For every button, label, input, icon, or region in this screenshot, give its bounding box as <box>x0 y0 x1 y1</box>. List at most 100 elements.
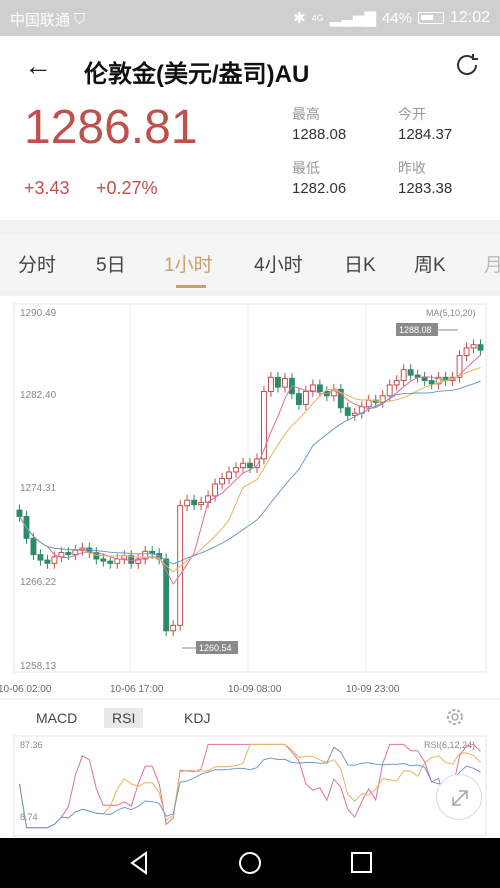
x-label-2: 10-06 17:00 <box>110 684 164 695</box>
candle-body <box>107 560 114 564</box>
candle-body <box>72 549 79 556</box>
tab-macd[interactable]: MACD <box>28 708 85 728</box>
recent-square-icon[interactable] <box>351 852 372 873</box>
carrier-label: 中国联通 <box>10 12 71 29</box>
max-price-label: 1288.08 <box>399 325 432 335</box>
candle-body <box>274 376 281 388</box>
candle-body <box>51 556 58 564</box>
max-price-marker: 1288.08 <box>396 323 458 336</box>
clock: 12:02 <box>449 9 490 26</box>
high-label: 最高 <box>292 106 320 122</box>
tab-monthly-k[interactable]: 月 <box>484 250 500 277</box>
tab-kdj[interactable]: KDJ <box>176 708 218 728</box>
candle-body <box>219 477 226 485</box>
candle-body <box>463 347 470 357</box>
y-tick-5: 1258.13 <box>20 661 57 672</box>
ma-legend: MA(5,10,20) <box>426 308 476 318</box>
candle-body <box>37 554 44 561</box>
candle-body <box>177 505 184 626</box>
candle-body <box>344 407 351 416</box>
rsi-panel[interactable]: 87.36 8.74 RSI(6,12,24) <box>0 734 500 838</box>
page-title: 伦敦金(美元/盎司)AU <box>84 61 310 88</box>
settings-gear-icon[interactable] <box>444 706 466 728</box>
rsi-chart[interactable]: 87.36 8.74 RSI(6,12,24) <box>0 734 500 838</box>
expand-icon[interactable] <box>436 774 482 820</box>
candle-body <box>170 624 177 632</box>
candle-body <box>477 344 484 351</box>
candle-body <box>212 483 219 497</box>
period-tabs: 分时 5日 1小时 4小时 日K 周K 月 <box>0 234 500 290</box>
indicator-tabs: MACD RSI KDJ <box>0 700 500 734</box>
high-value: 1288.08 <box>292 126 347 143</box>
candle-body <box>407 369 414 376</box>
candle-body <box>44 559 51 564</box>
y-tick-3: 1274.31 <box>20 483 57 494</box>
candle-body <box>30 537 37 556</box>
y-tick-4: 1266.22 <box>20 577 57 588</box>
bluetooth-icon: ✱ <box>293 10 306 27</box>
rsi-legend: RSI(6,12,24) <box>424 740 475 750</box>
candle-body <box>316 384 323 392</box>
quote-panel: 1286.81 +3.43 +0.27% 最高 1288.08 今开 1284.… <box>0 100 500 220</box>
tab-weekly-k[interactable]: 周K <box>414 250 446 277</box>
x-label-1: 10-06 02:00 <box>0 684 52 695</box>
status-bar: 中国联通 ⛉ ✱ 4G ▂▃▅▇ 44% 12:02 <box>0 0 500 36</box>
low-label: 最低 <box>292 160 320 176</box>
battery-percent: 44% <box>381 9 412 27</box>
tab-rsi[interactable]: RSI <box>104 708 144 728</box>
price-change: +3.43 <box>24 178 70 198</box>
home-circle-icon[interactable] <box>239 852 261 874</box>
candle-body <box>65 551 72 556</box>
rsi-bottom-tick: 8.74 <box>20 812 38 822</box>
price-change-percent: +0.27% <box>96 178 158 198</box>
kline-chart[interactable]: 1290.49 1282.40 1274.31 1266.22 1258.13 … <box>0 296 500 698</box>
candle-body <box>268 376 274 392</box>
rsi6-line <box>19 743 481 829</box>
candle-body <box>281 377 288 388</box>
network-label: 4G <box>311 13 324 23</box>
tab-time-share[interactable]: 分时 <box>18 250 56 277</box>
min-price-label: 1260.54 <box>199 643 232 653</box>
candle-body <box>16 509 23 518</box>
tab-5-day[interactable]: 5日 <box>96 250 126 277</box>
prev-close-value: 1283.38 <box>398 180 453 197</box>
system-nav-bar <box>0 838 500 888</box>
candle-body <box>393 380 400 386</box>
active-tab-indicator <box>176 285 206 288</box>
candle-body <box>400 369 407 382</box>
open-value: 1284.37 <box>398 126 453 143</box>
arrow-left-icon[interactable]: ← <box>24 50 52 82</box>
min-price-marker: 1260.54 <box>182 641 238 654</box>
x-label-3: 10-09 08:00 <box>228 684 282 695</box>
kline-chart-panel[interactable]: 1290.49 1282.40 1274.31 1266.22 1258.13 … <box>0 296 500 698</box>
open-label: 今开 <box>398 106 426 122</box>
candle-body <box>470 344 477 349</box>
tab-1-hour[interactable]: 1小时 <box>164 250 213 277</box>
candle-body <box>456 355 463 378</box>
rsi-top-tick: 87.36 <box>20 740 43 750</box>
x-label-4: 10-09 23:00 <box>346 684 400 695</box>
shield-icon: ⛉ <box>74 11 86 28</box>
candle-body <box>184 499 191 507</box>
candle-body <box>386 384 393 397</box>
candle-body <box>302 390 309 406</box>
candle-body <box>240 462 246 469</box>
battery-icon <box>417 12 444 24</box>
refresh-icon[interactable] <box>452 50 482 80</box>
candle-body <box>365 399 372 408</box>
last-price: 1286.81 <box>24 101 198 154</box>
tab-daily-k[interactable]: 日K <box>344 250 376 277</box>
candle-body <box>100 558 107 562</box>
low-value: 1282.06 <box>292 180 347 197</box>
back-triangle-icon[interactable] <box>130 851 147 875</box>
prev-close-label: 昨收 <box>398 160 426 176</box>
candle-body <box>421 376 428 382</box>
app-header: ← 伦敦金(美元/盎司)AU <box>0 36 500 100</box>
candle-body <box>247 462 253 469</box>
candle-body <box>226 471 232 479</box>
candle-body <box>233 467 239 473</box>
candle-body <box>428 380 435 385</box>
candle-body <box>58 551 65 558</box>
tab-4-hour[interactable]: 4小时 <box>254 250 303 277</box>
candle-body <box>191 499 198 506</box>
